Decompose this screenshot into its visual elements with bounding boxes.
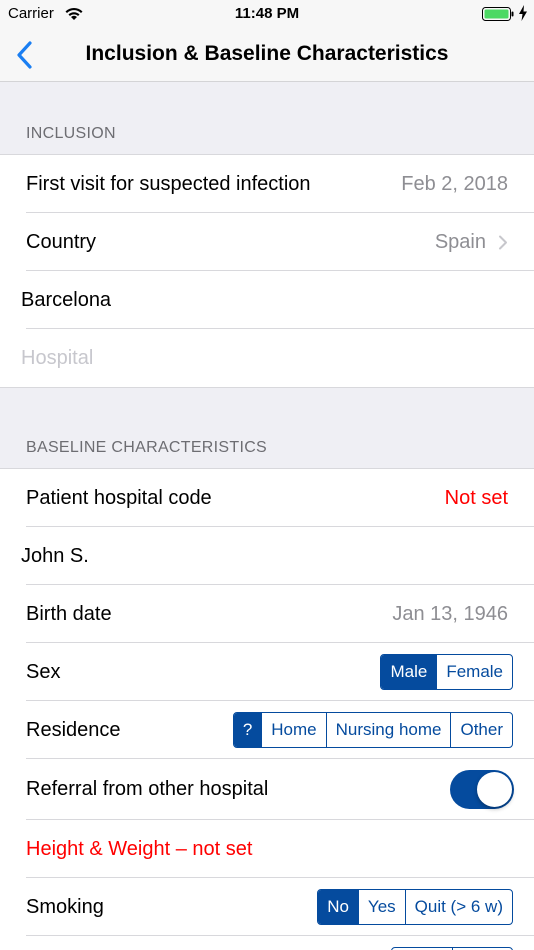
patient-name-row[interactable]: John S. [0, 527, 534, 585]
residence-option-unknown[interactable]: ? [233, 713, 262, 747]
city-field[interactable]: Barcelona [21, 271, 111, 329]
birth-date-value: Jan 13, 1946 [392, 603, 508, 625]
sex-option-male[interactable]: Male [381, 655, 437, 689]
height-weight-row[interactable]: Height & Weight – not set [0, 820, 534, 878]
chevron-right-icon [499, 235, 507, 250]
first-visit-value: Feb 2, 2018 [401, 173, 508, 195]
residence-segmented-control: ? Home Nursing home Other [232, 712, 513, 748]
residence-row: Residence ? Home Nursing home Other [0, 701, 534, 759]
patient-name-field[interactable]: John S. [21, 527, 89, 585]
patient-code-value: Not set [444, 487, 508, 509]
hospital-row[interactable]: Hospital [0, 329, 534, 387]
battery-icon [482, 7, 514, 21]
smoking-option-no[interactable]: No [318, 890, 358, 924]
patient-code-row[interactable]: Patient hospital code Not set [0, 469, 534, 527]
section-header-baseline: BASELINE CHARACTERISTICS [26, 439, 268, 456]
smoking-option-yes[interactable]: Yes [357, 890, 405, 924]
inclusion-group: First visit for suspected infection Feb … [0, 154, 534, 388]
city-row[interactable]: Barcelona [0, 271, 534, 329]
referral-toggle[interactable] [450, 770, 514, 809]
status-bar: Carrier 11:48 PM [0, 0, 534, 28]
sex-row: Sex Male Female [0, 643, 534, 701]
birth-date-row[interactable]: Birth date Jan 13, 1946 [0, 585, 534, 643]
smoking-row: Smoking No Yes Quit (> 6 w) [0, 878, 534, 936]
patient-code-label: Patient hospital code [26, 487, 212, 509]
charging-bolt-icon [519, 5, 527, 21]
first-visit-row[interactable]: First visit for suspected infection Feb … [0, 155, 534, 213]
smoking-label: Smoking [26, 896, 104, 918]
country-row[interactable]: Country Spain [0, 213, 534, 271]
referral-row: Referral from other hospital [0, 759, 534, 820]
residence-option-home[interactable]: Home [261, 713, 325, 747]
height-weight-label: Height & Weight – not set [26, 838, 253, 860]
sex-label: Sex [26, 661, 61, 683]
section-header-inclusion: INCLUSION [26, 125, 116, 142]
residence-option-nursing-home[interactable]: Nursing home [325, 713, 451, 747]
page-title: Inclusion & Baseline Characteristics [85, 42, 449, 65]
toggle-knob [477, 772, 512, 807]
next-row [0, 936, 534, 950]
residence-option-other[interactable]: Other [450, 713, 512, 747]
smoking-segmented-control: No Yes Quit (> 6 w) [317, 889, 513, 925]
baseline-group: Patient hospital code Not set John S. Bi… [0, 468, 534, 950]
birth-date-label: Birth date [26, 603, 112, 625]
sex-segmented-control: Male Female [380, 654, 513, 690]
hospital-field[interactable]: Hospital [21, 329, 93, 387]
first-visit-label: First visit for suspected infection [26, 173, 311, 195]
residence-label: Residence [26, 719, 121, 741]
country-value: Spain [434, 231, 486, 253]
country-label: Country [26, 231, 97, 253]
clock-time: 11:48 PM [234, 5, 300, 22]
referral-label: Referral from other hospital [26, 778, 269, 800]
navigation-bar: Inclusion & Baseline Characteristics [0, 28, 534, 82]
sex-option-female[interactable]: Female [436, 655, 512, 689]
smoking-option-quit[interactable]: Quit (> 6 w) [404, 890, 512, 924]
